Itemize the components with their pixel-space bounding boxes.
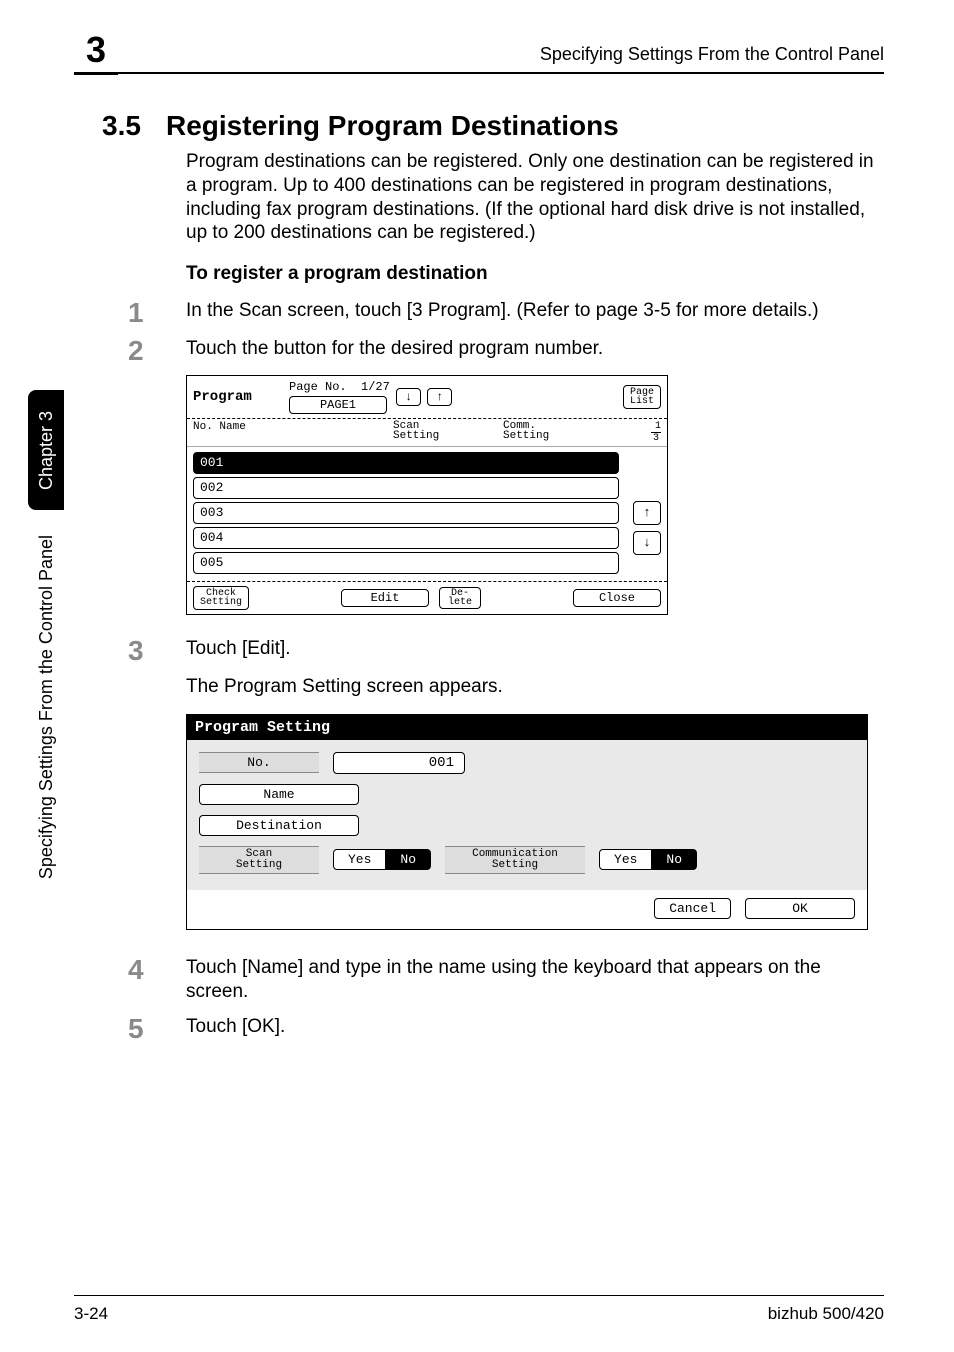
step-number: 4 <box>128 956 186 1005</box>
scan-no-button[interactable]: No <box>386 849 431 870</box>
page-no-value: 1/27 <box>361 380 390 394</box>
program-row[interactable]: 004 <box>193 527 619 549</box>
step-number: 3 <box>128 637 186 665</box>
delete-button[interactable]: De- lete <box>439 587 481 609</box>
page-fraction: 13 <box>593 421 661 444</box>
header-rule <box>118 72 884 74</box>
step: 2 Touch the button for the desired progr… <box>186 337 884 365</box>
no-label: No. <box>199 752 319 773</box>
destination-button[interactable]: Destination <box>199 815 359 836</box>
step-text: Touch [Name] and type in the name using … <box>186 956 884 1005</box>
comm-no-button[interactable]: No <box>652 849 697 870</box>
scan-yes-button[interactable]: Yes <box>333 849 386 870</box>
col-no-name: No. Name <box>193 421 393 444</box>
step: 1 In the Scan screen, touch [3 Program].… <box>186 299 884 327</box>
col-comm-setting: Comm. Setting <box>503 421 593 444</box>
program-list-panel: Program Page No. 1/27 PAGE1 ↓ ↑ Page Lis… <box>186 375 668 615</box>
step-text: Touch [OK]. <box>186 1015 285 1043</box>
panel-title: Program Setting <box>187 715 867 740</box>
side-tab-chapter: Chapter 3 <box>28 390 64 510</box>
list-arrow-down-icon[interactable]: ↓ <box>633 531 661 555</box>
step: 4 Touch [Name] and type in the name usin… <box>186 956 884 1005</box>
chapter-number-box: 3 <box>74 28 118 75</box>
step-number: 2 <box>128 337 186 365</box>
section-intro: Program destinations can be registered. … <box>186 150 884 245</box>
list-arrow-up-icon[interactable]: ↑ <box>633 501 661 525</box>
running-title: Specifying Settings From the Control Pan… <box>540 44 884 65</box>
footer-model: bizhub 500/420 <box>768 1304 884 1324</box>
comm-setting-toggle: Yes No <box>599 849 697 870</box>
close-button[interactable]: Close <box>573 589 661 607</box>
program-row[interactable]: 003 <box>193 502 619 524</box>
step-text: Touch the button for the desired program… <box>186 337 603 365</box>
scan-setting-label: Scan Setting <box>199 846 319 874</box>
page-name-button[interactable]: PAGE1 <box>289 396 387 414</box>
step-result-text: The Program Setting screen appears. <box>186 675 884 700</box>
ok-button[interactable]: OK <box>745 898 855 919</box>
page-list-button[interactable]: Page List <box>623 385 661 409</box>
program-setting-panel: Program Setting No. 001 Name Destination… <box>186 714 868 930</box>
side-tab-title: Specifying Settings From the Control Pan… <box>28 535 64 879</box>
footer-page-number: 3-24 <box>74 1304 108 1324</box>
check-setting-button[interactable]: Check Setting <box>193 586 249 610</box>
procedure-title: To register a program destination <box>186 263 884 285</box>
step: 5 Touch [OK]. <box>186 1015 884 1043</box>
page-no-label: Page No. <box>289 380 347 394</box>
col-scan-setting: Scan Setting <box>393 421 503 444</box>
footer-rule <box>74 1295 884 1296</box>
arrow-down-icon[interactable]: ↓ <box>396 388 421 406</box>
no-value: 001 <box>333 752 465 774</box>
step-number: 5 <box>128 1015 186 1043</box>
comm-yes-button[interactable]: Yes <box>599 849 652 870</box>
program-row[interactable]: 002 <box>193 477 619 499</box>
step-text: Touch [Edit]. <box>186 637 291 665</box>
program-row[interactable]: 005 <box>193 552 619 574</box>
scan-setting-toggle: Yes No <box>333 849 431 870</box>
step: 3 Touch [Edit]. <box>186 637 884 665</box>
comm-setting-label: Communication Setting <box>445 846 585 874</box>
step-number: 1 <box>128 299 186 327</box>
panel-title: Program <box>193 389 283 405</box>
arrow-up-icon[interactable]: ↑ <box>427 388 452 406</box>
edit-button[interactable]: Edit <box>341 589 429 607</box>
section-title: Registering Program Destinations <box>166 110 619 142</box>
cancel-button[interactable]: Cancel <box>654 898 731 919</box>
name-button[interactable]: Name <box>199 784 359 805</box>
step-text: In the Scan screen, touch [3 Program]. (… <box>186 299 819 327</box>
section-number: 3.5 <box>102 110 166 142</box>
program-row[interactable]: 001 <box>193 452 619 474</box>
